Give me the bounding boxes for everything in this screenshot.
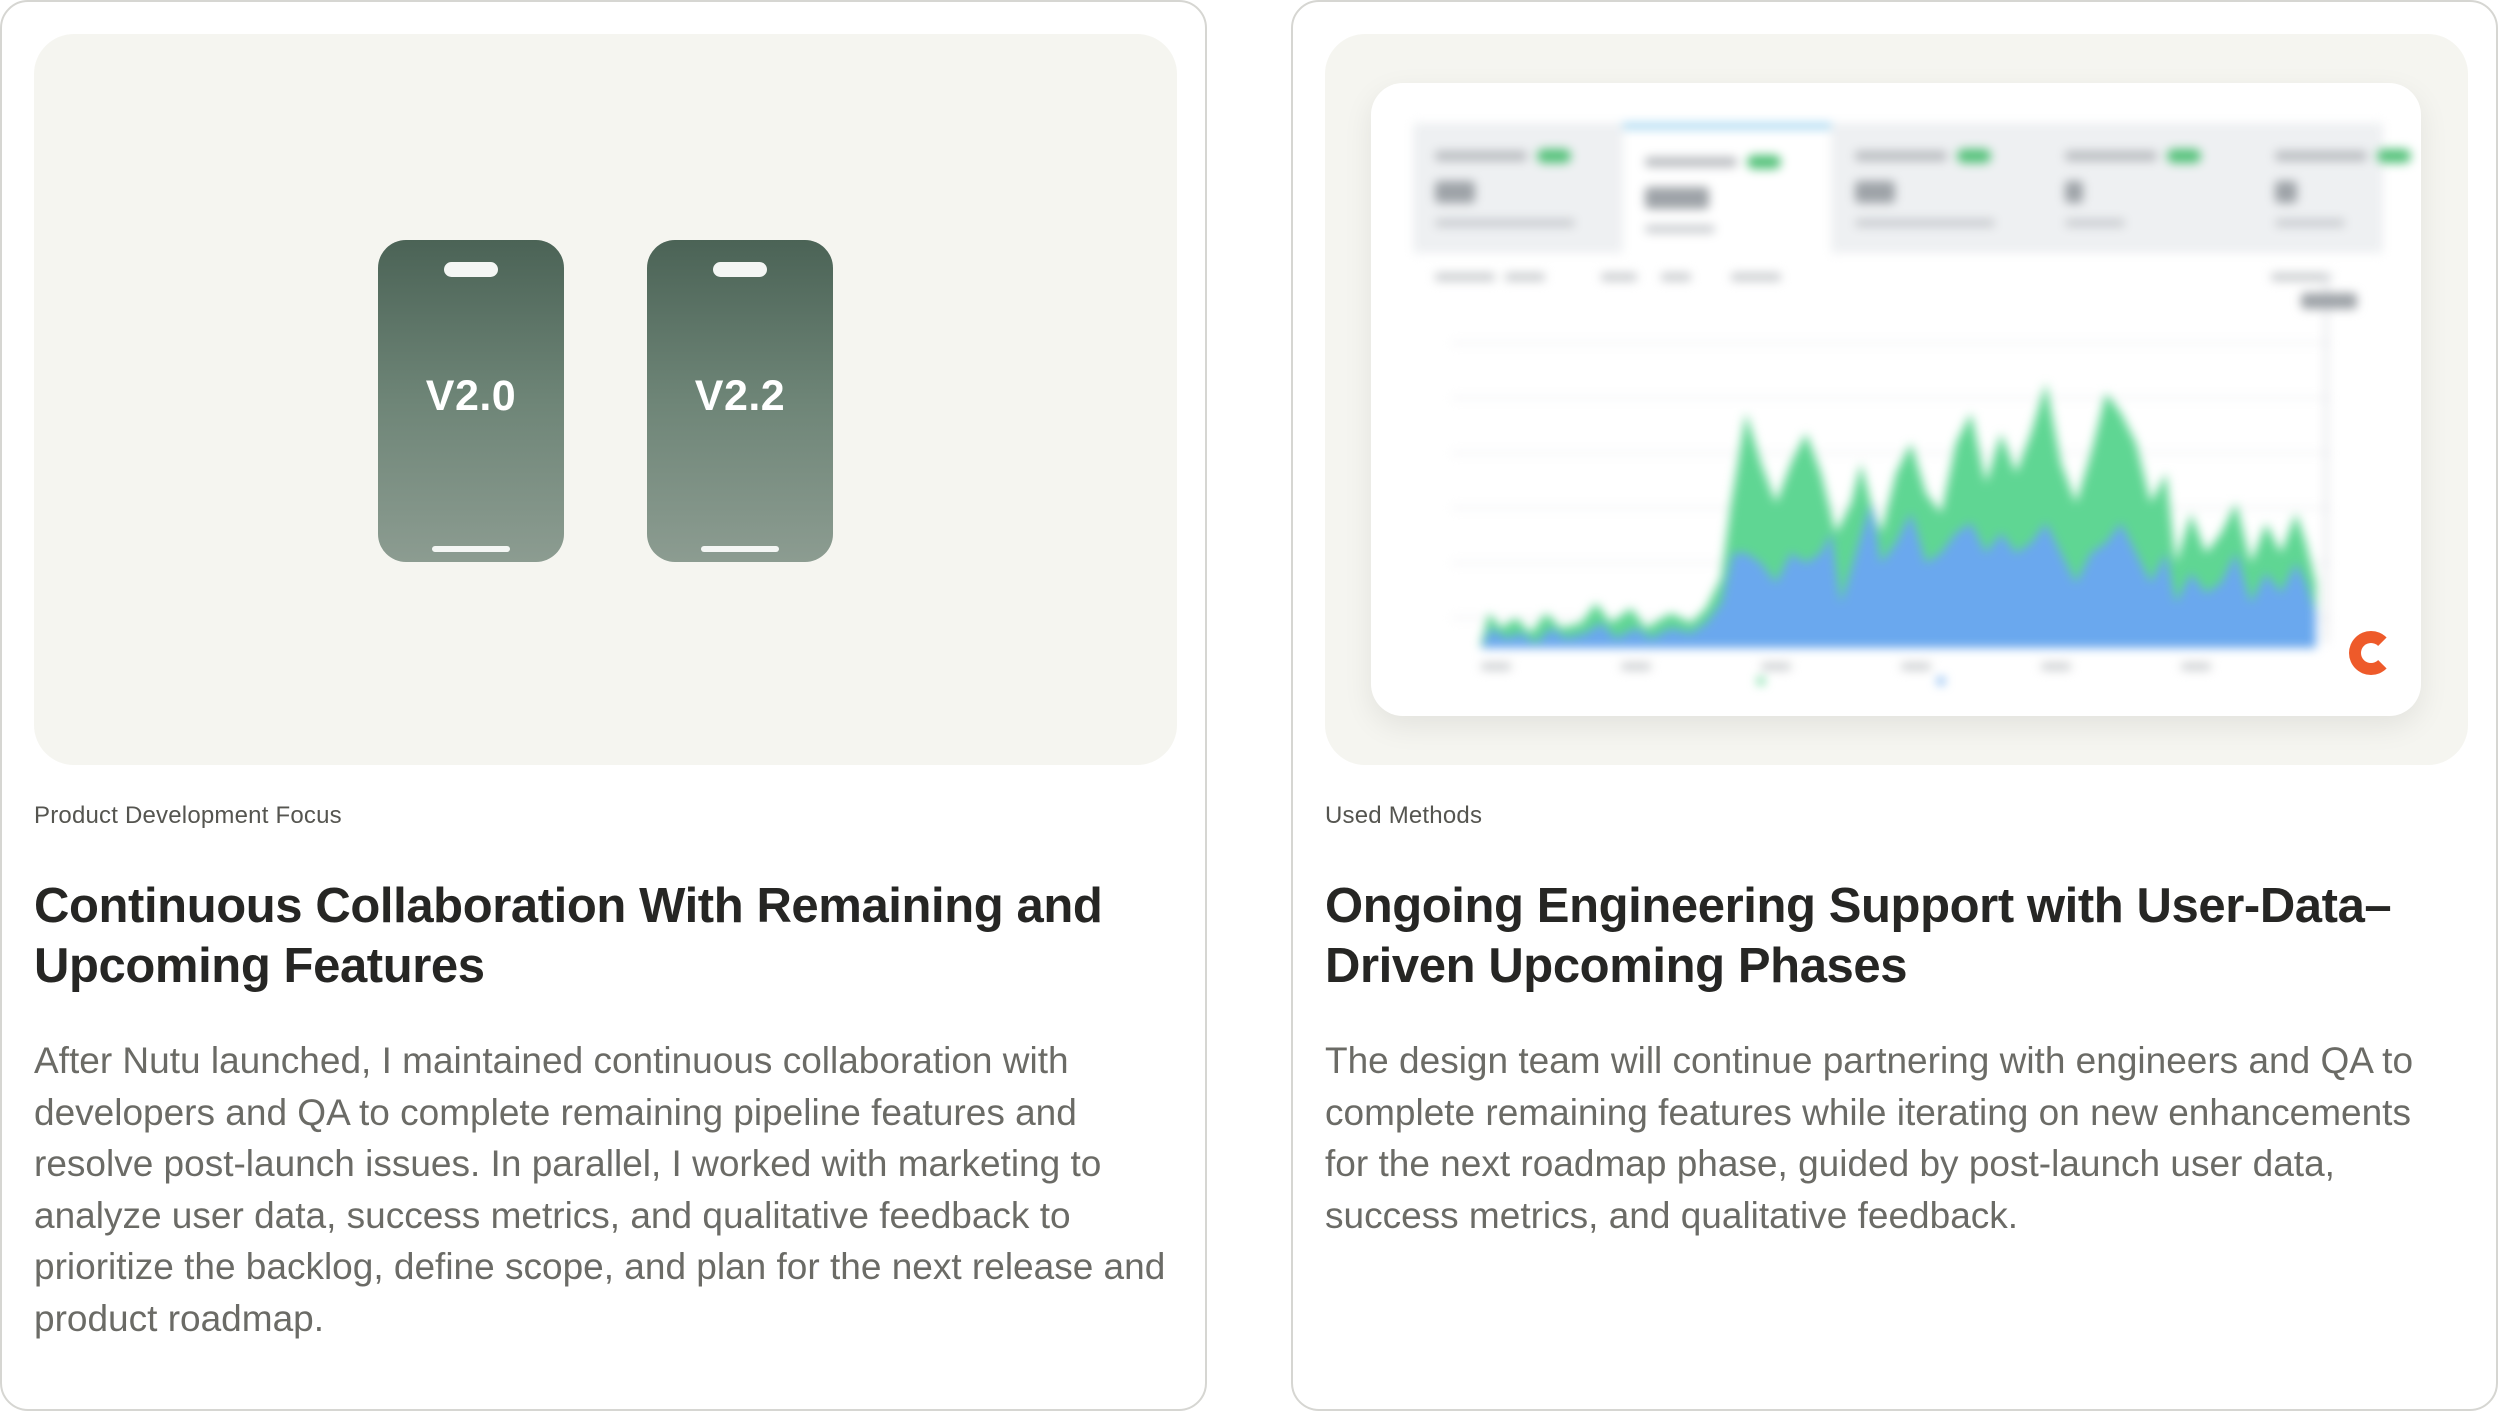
phones-illustration: V2.0 V2.2 [34, 34, 1177, 765]
phone-version-label: V2.0 [425, 372, 517, 420]
card-eyebrow: Product Development Focus [34, 802, 342, 829]
phone-mockup-v2-0: V2.0 [378, 240, 564, 562]
blurred-analytics-dashboard [1371, 83, 2421, 716]
card-description: The design team will continue partnering… [1325, 1040, 2414, 1236]
phone-home-bar [432, 546, 510, 552]
phone-home-bar [701, 546, 779, 552]
used-methods-card: Used Methods Ongoing Engineering Support… [1291, 0, 2498, 1411]
dashboard-illustration [1325, 34, 2468, 765]
phone-notch [713, 262, 767, 277]
product-development-card: V2.0 V2.2 Product Development Focus Cont… [0, 0, 1207, 1411]
card-title: Ongoing Engineering Support with User-Da… [1325, 879, 2392, 993]
card-title: Continuous Collaboration With Remaining … [34, 879, 1103, 993]
brand-logo-icon [2349, 631, 2393, 675]
card-description: After Nutu launched, I maintained contin… [34, 1040, 1166, 1339]
phone-version-label: V2.2 [694, 372, 786, 420]
card-eyebrow: Used Methods [1325, 802, 1483, 829]
phone-mockup-v2-2: V2.2 [647, 240, 833, 562]
area-chart [1435, 273, 2357, 685]
phone-notch [444, 262, 498, 277]
